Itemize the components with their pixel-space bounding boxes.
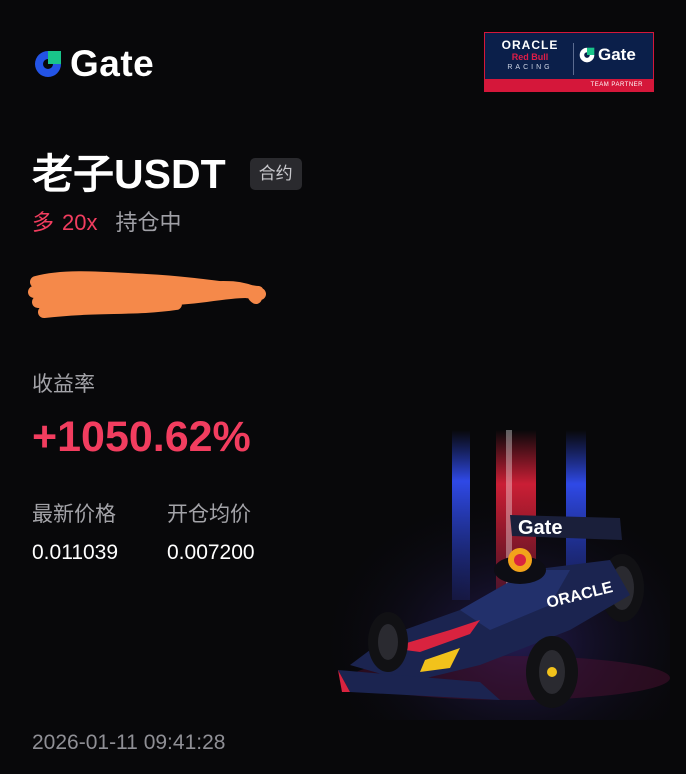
position-side: 多 [32,210,55,235]
team-partner-badge: ORACLE Red Bull RACING Gate TEAM PARTNER [484,32,654,92]
gate-wordmark: Gate [70,43,155,84]
position-status: 持仓中 [115,210,182,235]
entry-price-label: 开仓均价 [167,503,251,526]
partner-line-2: Red Bull [511,52,549,62]
position-info-row: 多 20x 持仓中 [32,208,182,238]
partner-gate-logo: Gate [578,45,636,65]
redaction-scribble [28,271,266,318]
leverage-value: 20x [62,210,98,235]
gate-logo-small-icon [579,47,595,63]
partner-divider [573,43,574,75]
timestamp: 2026-01-11 09:41:28 [32,731,226,754]
f1-car-illustration: Gate ORACLE [330,430,670,720]
gate-logo: Gate [32,44,154,84]
oracle-red-bull-racing-logo: ORACLE Red Bull RACING [491,39,569,73]
partner-line-3: RACING [507,64,553,71]
pair-title-row: 老子USDT 合约 [32,148,302,200]
partner-line-1: ORACLE [501,38,559,52]
latest-price-value: 0.011039 [32,541,119,564]
team-partner-strip: TEAM PARTNER [485,79,653,91]
market-type-badge: 合约 [249,158,302,190]
partner-gate-wordmark: Gate [598,45,636,64]
car-wing-text: Gate [518,517,562,539]
entry-price-value: 0.007200 [167,541,255,564]
roi-label: 收益率 [32,373,95,396]
roi-value: +1050.62% [32,413,251,461]
gate-logo-icon [35,51,61,77]
latest-price-label: 最新价格 [32,503,116,526]
pair-name: 老子USDT [32,151,226,197]
